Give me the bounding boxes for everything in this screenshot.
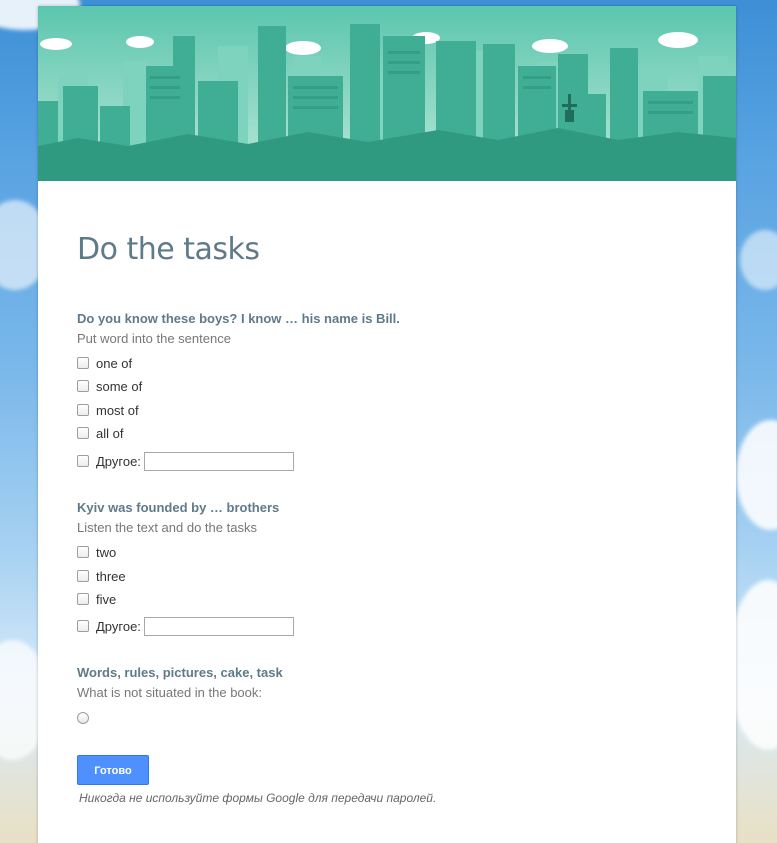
checkbox[interactable] (77, 593, 89, 605)
other-text-input[interactable] (143, 451, 294, 471)
password-warning: Никогда не используйте формы Google для … (79, 791, 437, 805)
option-some-of[interactable]: some of (77, 376, 142, 396)
checkbox[interactable] (77, 570, 89, 582)
question-2: Kyiv was founded by … brothers Listen th… (77, 499, 294, 636)
option-all-of[interactable]: all of (77, 423, 123, 443)
page-title: Do the tasks (77, 232, 260, 267)
question-help-text: Listen the text and do the tasks (77, 520, 257, 535)
option-label: all of (96, 425, 124, 441)
radio-option[interactable] (77, 708, 96, 728)
cloud (736, 420, 777, 530)
checkbox[interactable] (77, 427, 89, 439)
option-label: three (96, 568, 126, 584)
cloud (740, 230, 777, 290)
question-title: Do you know these boys? I know … his nam… (77, 311, 400, 326)
option-five[interactable]: five (77, 589, 116, 609)
header-image (38, 6, 736, 181)
option-label: Другое: (96, 618, 141, 634)
checkbox[interactable] (77, 620, 89, 632)
option-other[interactable]: Другое: (77, 615, 294, 637)
checkbox[interactable] (77, 357, 89, 369)
option-other[interactable]: Другое: (77, 450, 294, 472)
radio-button[interactable] (77, 712, 89, 724)
option-one-of[interactable]: one of (77, 353, 132, 373)
question-title: Words, rules, pictures, cake, task (77, 665, 283, 680)
checkbox[interactable] (77, 404, 89, 416)
option-most-of[interactable]: most of (77, 400, 139, 420)
option-label: some of (96, 378, 143, 394)
checkbox[interactable] (77, 546, 89, 558)
form-card: Do the tasks Do you know these boys? I k… (38, 6, 736, 843)
city-skyline-illustration (38, 6, 736, 181)
option-label: Другое: (96, 453, 141, 469)
question-help-text: Put word into the sentence (77, 331, 231, 346)
question-title: Kyiv was founded by … brothers (77, 500, 280, 515)
option-label: most of (96, 402, 139, 418)
question-help-text: What is not situated in the book: (77, 685, 262, 700)
question-3: Words, rules, pictures, cake, task What … (77, 664, 283, 724)
page-background: { "form": { "title": "Do the tasks", "ac… (0, 0, 777, 843)
submit-button[interactable]: Готово (77, 755, 149, 785)
question-1: Do you know these boys? I know … his nam… (77, 310, 400, 471)
other-text-input[interactable] (143, 616, 294, 636)
option-three[interactable]: three (77, 566, 126, 586)
option-label: one of (96, 355, 133, 371)
option-label: two (96, 544, 117, 560)
checkbox[interactable] (77, 455, 89, 467)
checkbox[interactable] (77, 380, 89, 392)
option-two[interactable]: two (77, 542, 116, 562)
option-label: five (96, 591, 117, 607)
